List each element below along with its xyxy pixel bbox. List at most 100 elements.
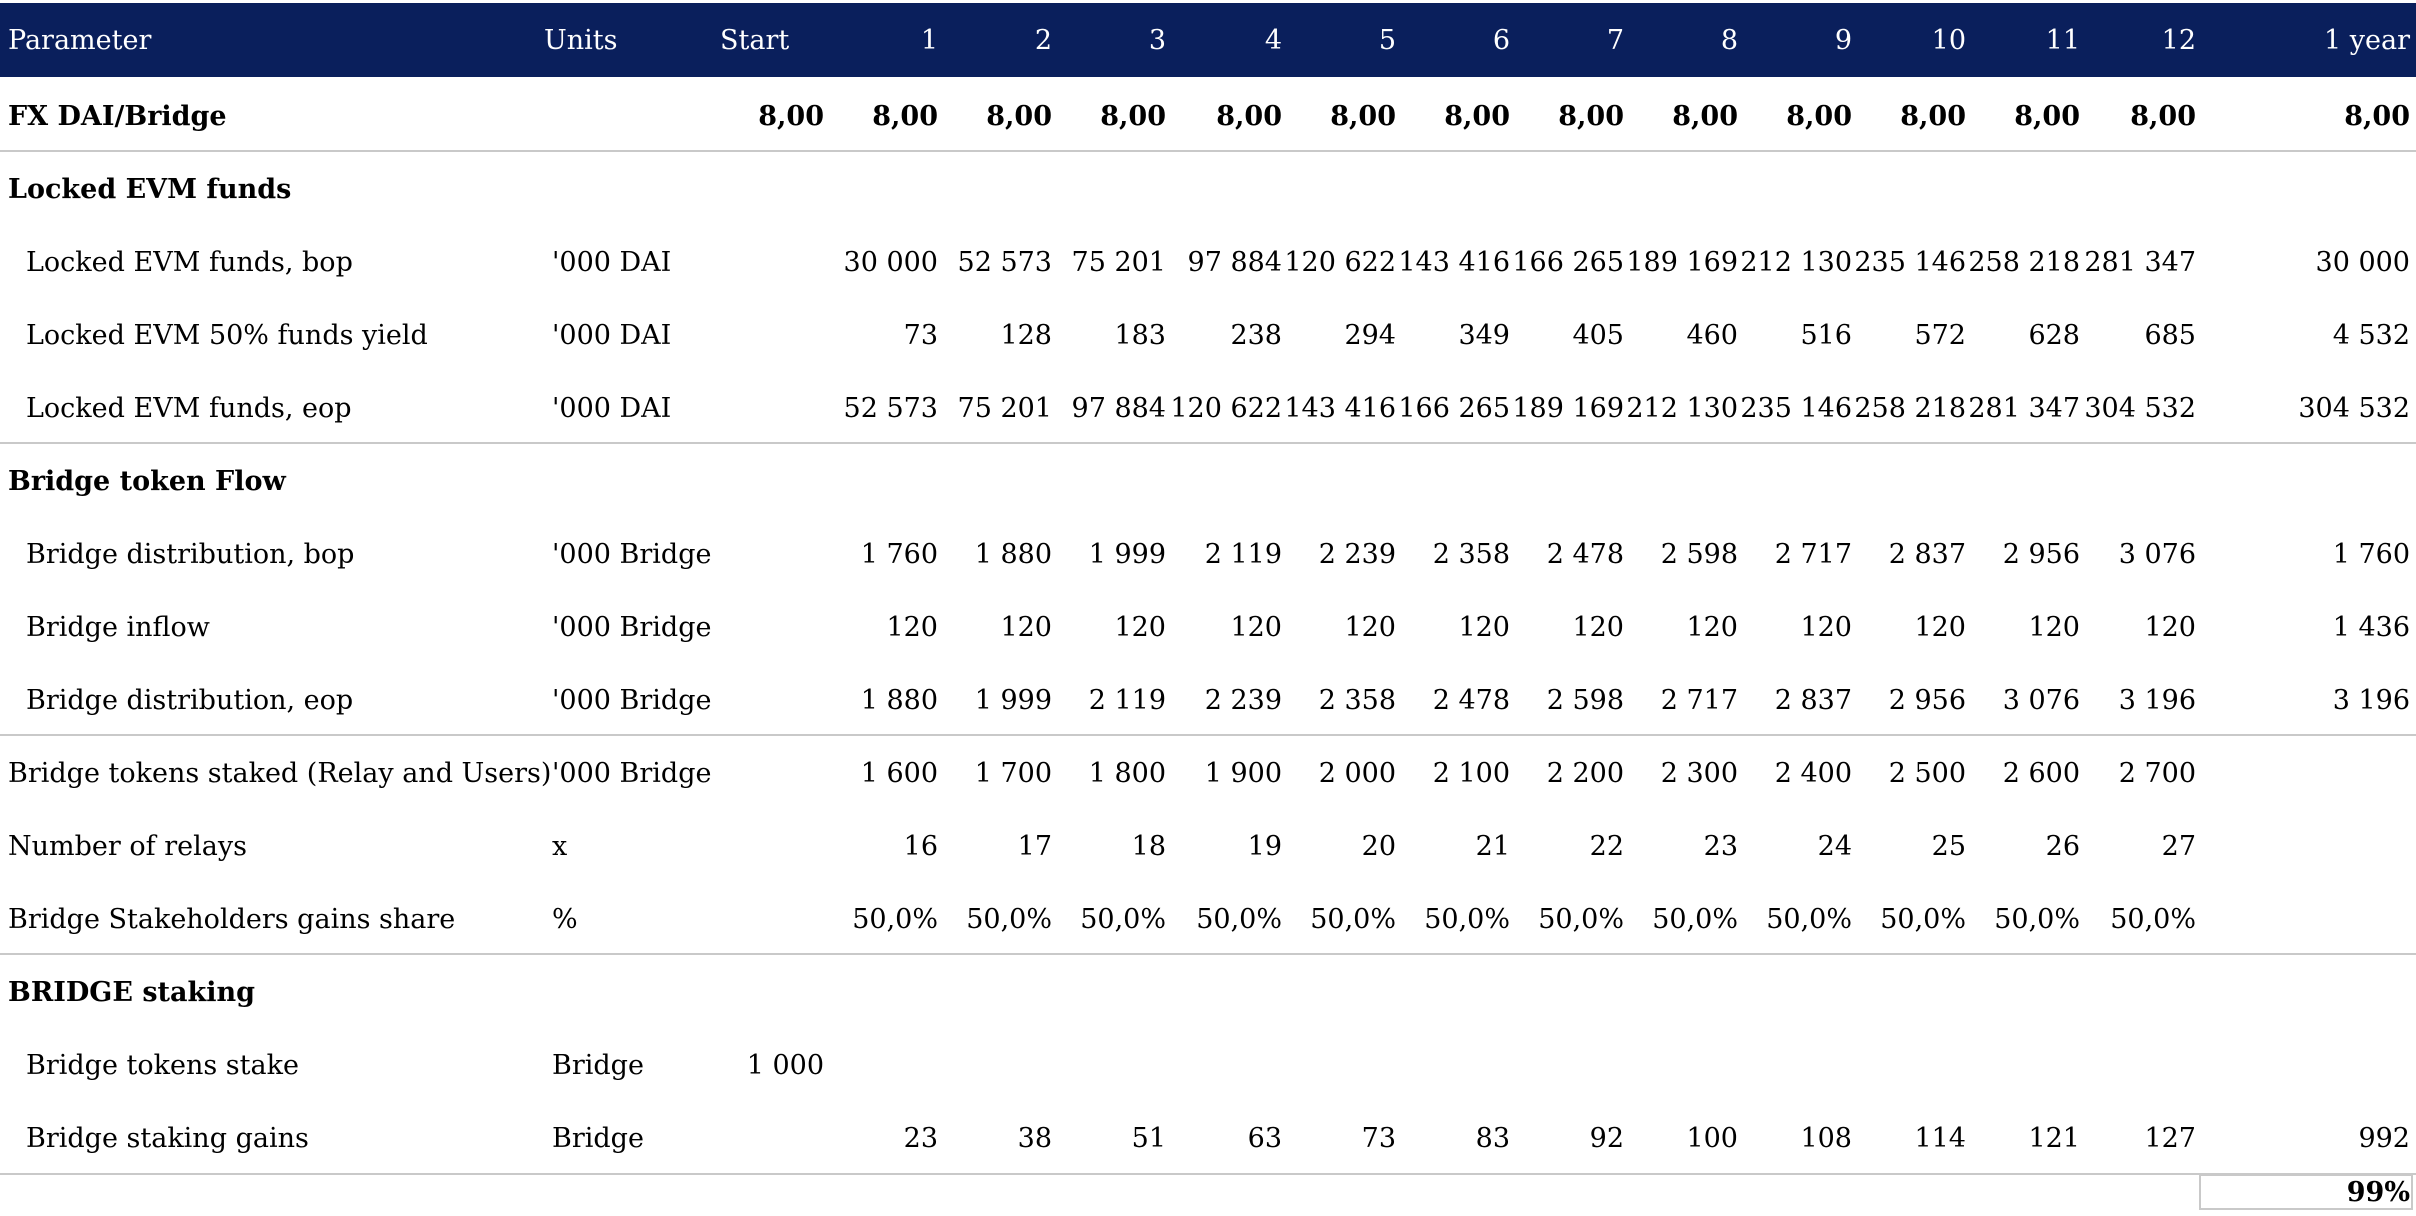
row-label: Locked EVM funds, bop	[26, 247, 353, 278]
row-value-6: 120	[1458, 612, 1510, 643]
header-row: Parameter Units Start 1 2 3 4 5 6 7 8 9 10 11 12 1 …	[0, 3, 2416, 77]
row-value-11: 120	[2028, 612, 2080, 643]
row-value-1: 1 760	[860, 539, 938, 570]
row-label: Bridge distribution, eop	[26, 685, 354, 716]
table-row: Locked EVM funds, bop '000 DAI 30 000 52 57…	[0, 226, 2416, 299]
row-value-11: 8,00	[2014, 101, 2080, 132]
row-value-5: 2 000	[1318, 758, 1396, 789]
row-label: Locked EVM funds, eop	[26, 393, 352, 424]
row-value-10: 114	[1914, 1123, 1966, 1154]
row-value-10: 25	[1931, 831, 1966, 862]
row-value-5: 2 358	[1318, 685, 1396, 716]
row-value-2: 1 700	[974, 758, 1052, 789]
row-value-8: 212 130	[1626, 393, 1738, 424]
row-value-8: 100	[1686, 1123, 1738, 1154]
row-value-11: 281 347	[1968, 393, 2080, 424]
row-value-9: 8,00	[1786, 101, 1852, 132]
row-total: 992	[2358, 1123, 2410, 1154]
row-value-7	[1510, 445, 1624, 518]
row-separator	[0, 442, 2416, 444]
row-total: 4 532	[2332, 320, 2410, 351]
row-value-1: 73	[903, 320, 938, 351]
row-value-1: 52 573	[843, 393, 938, 424]
row-label: Number of relays	[8, 831, 247, 862]
table-row: Bridge inflow '000 Bridge 120 120 120 120 120 1…	[0, 591, 2416, 664]
row-total: 1 760	[2332, 539, 2410, 570]
row-value-8: 189 169	[1626, 247, 1738, 278]
header-period-8: 8	[1720, 24, 1738, 56]
row-value-2	[938, 153, 1052, 226]
row-separator	[0, 1173, 2416, 1175]
row-value-1: 50,0%	[852, 904, 938, 935]
table-row: FX DAI/Bridge 8,00 8,00 8,00 8,00 8,00 8,00 8,0…	[0, 80, 2416, 153]
row-value-9	[1738, 153, 1852, 226]
row-value-7	[1510, 153, 1624, 226]
row-value-6: 50,0%	[1424, 904, 1510, 935]
row-total: 1 436	[2332, 612, 2410, 643]
row-value-3	[1052, 153, 1166, 226]
row-total	[2250, 883, 2410, 956]
row-value-8: 120	[1686, 612, 1738, 643]
row-value-6	[1396, 445, 1510, 518]
row-value-10: 2 837	[1888, 539, 1966, 570]
row-value-4	[1168, 153, 1282, 226]
row-label: Bridge Stakeholders gains share	[8, 904, 456, 935]
row-start	[704, 737, 824, 810]
row-value-9: 108	[1800, 1123, 1852, 1154]
row-separator	[0, 150, 2416, 152]
row-value-1: 120	[886, 612, 938, 643]
table-row: Locked EVM funds, eop '000 DAI 52 573 75 20…	[0, 372, 2416, 445]
row-value-10	[1852, 956, 1966, 1029]
row-value-5: 20	[1361, 831, 1396, 862]
row-value-10: 258 218	[1854, 393, 1966, 424]
row-value-3: 8,00	[1100, 101, 1166, 132]
row-value-4: 97 884	[1187, 247, 1282, 278]
row-value-7: 92	[1589, 1123, 1624, 1154]
row-value-10	[1852, 153, 1966, 226]
header-period-10: 10	[1931, 24, 1966, 56]
row-value-2: 120	[1000, 612, 1052, 643]
row-value-8: 50,0%	[1652, 904, 1738, 935]
row-value-2: 50,0%	[966, 904, 1052, 935]
row-value-7: 22	[1589, 831, 1624, 862]
row-label: BRIDGE staking	[8, 977, 255, 1008]
row-value-11: 628	[2028, 320, 2080, 351]
row-value-6: 2 478	[1432, 685, 1510, 716]
row-total	[2250, 956, 2410, 1029]
row-units: '000 DAI	[552, 247, 672, 278]
row-start	[704, 956, 824, 1029]
row-value-7: 2 200	[1546, 758, 1624, 789]
row-value-11: 121	[2028, 1123, 2080, 1154]
row-value-2: 75 201	[957, 393, 1052, 424]
table-row: Locked EVM funds	[0, 153, 2416, 226]
header-period-1: 1	[920, 24, 938, 56]
row-value-9: 516	[1800, 320, 1852, 351]
header-period-12: 12	[2161, 24, 2196, 56]
row-value-7: 166 265	[1512, 247, 1624, 278]
row-separator	[0, 953, 2416, 955]
row-start	[704, 1102, 824, 1175]
row-label: Bridge tokens stake	[26, 1050, 299, 1081]
row-value-5: 120	[1344, 612, 1396, 643]
row-value-5	[1282, 445, 1396, 518]
total-percent: 99%	[2346, 1176, 2410, 1208]
row-value-2: 1 999	[974, 685, 1052, 716]
row-value-2	[938, 445, 1052, 518]
row-label: Bridge token Flow	[8, 466, 286, 497]
row-value-11: 3 076	[2002, 685, 2080, 716]
row-value-3	[1052, 445, 1166, 518]
row-value-5: 73	[1361, 1123, 1396, 1154]
row-value-3: 120	[1114, 612, 1166, 643]
header-period-9: 9	[1834, 24, 1852, 56]
row-value-4: 19	[1247, 831, 1282, 862]
row-value-9: 120	[1800, 612, 1852, 643]
row-value-3: 18	[1131, 831, 1166, 862]
row-value-7	[1510, 956, 1624, 1029]
row-value-7: 2 598	[1546, 685, 1624, 716]
row-value-1: 1 600	[860, 758, 938, 789]
row-value-4: 8,00	[1216, 101, 1282, 132]
row-value-5: 120 622	[1284, 247, 1396, 278]
row-value-6: 83	[1475, 1123, 1510, 1154]
row-value-4: 50,0%	[1196, 904, 1282, 935]
row-total	[2250, 153, 2410, 226]
